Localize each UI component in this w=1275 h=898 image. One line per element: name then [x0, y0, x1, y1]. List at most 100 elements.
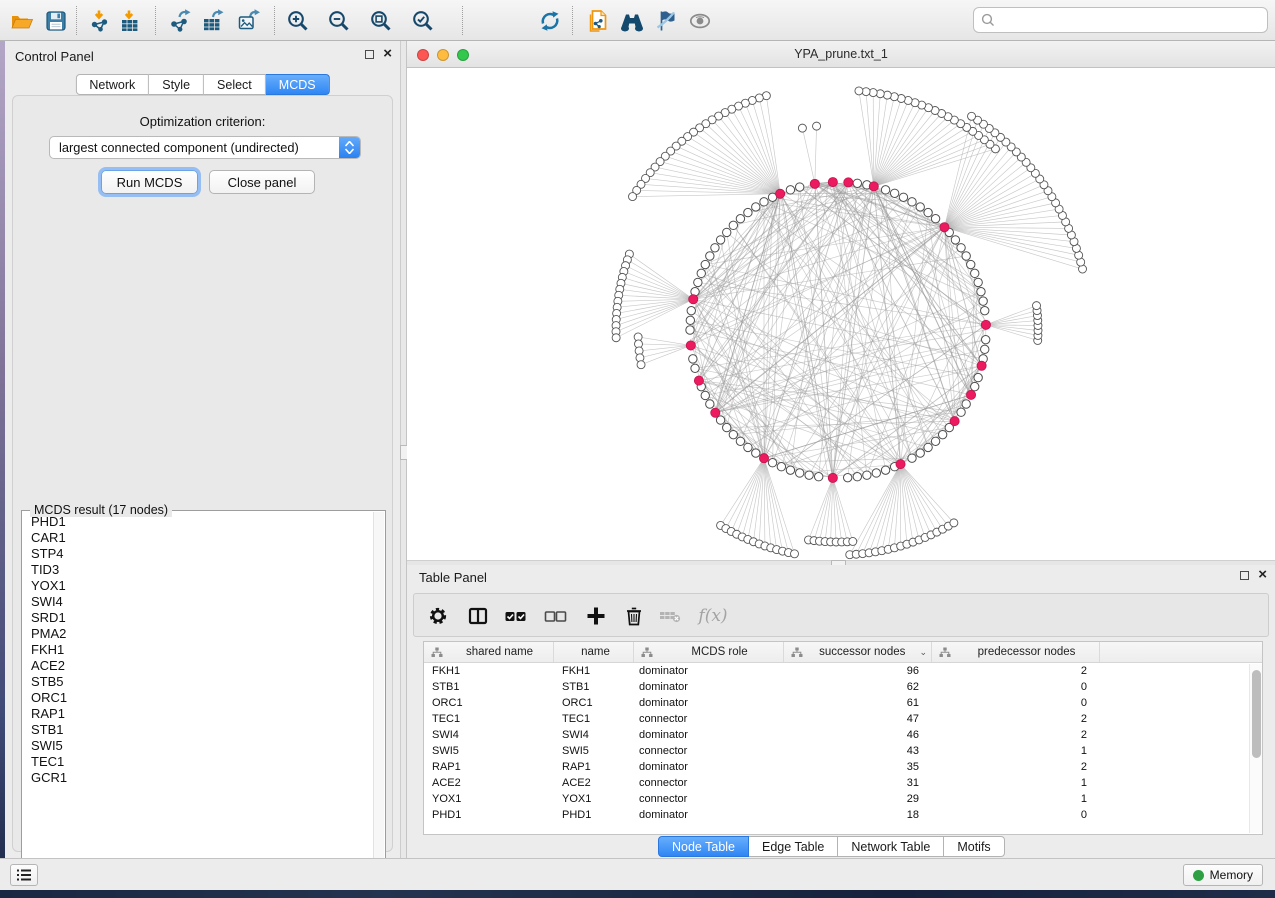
column-header-name[interactable]: name [554, 642, 634, 662]
ring-node[interactable] [979, 297, 987, 305]
optimization-criterion-dropdown[interactable]: largest connected component (undirected) [49, 136, 361, 159]
mcds-result-item[interactable]: YOX1 [24, 578, 371, 594]
mcds-hub-node[interactable] [694, 376, 703, 385]
mcds-result-item[interactable]: FKH1 [24, 642, 371, 658]
mcds-result-item[interactable]: TEC1 [24, 754, 371, 770]
tab-edge-table[interactable]: Edge Table [749, 836, 838, 857]
import-table-icon[interactable] [116, 7, 144, 35]
mcds-result-item[interactable]: TID3 [24, 562, 371, 578]
ring-node[interactable] [686, 326, 694, 334]
column-header-shared-name[interactable]: shared name [424, 642, 554, 662]
satellite-node[interactable] [1033, 302, 1041, 310]
select-all-checkboxes-icon[interactable] [504, 604, 528, 628]
ring-node[interactable] [723, 228, 731, 236]
mcds-result-item[interactable]: RAP1 [24, 706, 371, 722]
satellite-node[interactable] [637, 361, 645, 369]
ring-node[interactable] [881, 466, 889, 474]
mcds-result-item[interactable]: SWI5 [24, 738, 371, 754]
column-header-successor-nodes[interactable]: successor nodes⌄ [784, 642, 932, 662]
tab-style[interactable]: Style [149, 74, 204, 95]
ring-node[interactable] [872, 469, 880, 477]
mcds-result-item[interactable]: STB1 [24, 722, 371, 738]
ring-node[interactable] [890, 189, 898, 197]
ring-node[interactable] [908, 454, 916, 462]
ring-node[interactable] [752, 203, 760, 211]
ring-node[interactable] [706, 400, 714, 408]
export-table-icon[interactable] [199, 7, 227, 35]
table-scrollbar-thumb[interactable] [1252, 670, 1261, 758]
ring-node[interactable] [924, 443, 932, 451]
ring-node[interactable] [795, 183, 803, 191]
ring-node[interactable] [777, 463, 785, 471]
tab-network-table[interactable]: Network Table [838, 836, 944, 857]
ring-node[interactable] [863, 471, 871, 479]
tab-motifs[interactable]: Motifs [944, 836, 1004, 857]
tab-network[interactable]: Network [75, 74, 149, 95]
satellite-node[interactable] [849, 537, 857, 545]
mcds-result-item[interactable]: STB5 [24, 674, 371, 690]
add-column-plus-icon[interactable] [584, 604, 608, 628]
zoom-in-icon[interactable] [284, 7, 312, 35]
ring-node[interactable] [786, 466, 794, 474]
ring-node[interactable] [729, 221, 737, 229]
hide-graphics-flag-icon[interactable] [652, 7, 680, 35]
zoom-out-icon[interactable] [325, 7, 353, 35]
ring-node[interactable] [977, 287, 985, 295]
ring-node[interactable] [853, 473, 861, 481]
ring-node[interactable] [951, 236, 959, 244]
ring-node[interactable] [729, 430, 737, 438]
mcds-result-item[interactable]: CAR1 [24, 530, 371, 546]
close-panel-icon[interactable]: × [383, 49, 392, 59]
mcds-hub-node[interactable] [711, 408, 720, 417]
table-row[interactable]: ACE2ACE2connector311 [424, 775, 1262, 791]
ring-node[interactable] [691, 364, 699, 372]
ring-node[interactable] [924, 208, 932, 216]
tab-select[interactable]: Select [204, 74, 266, 95]
export-network-icon[interactable] [166, 7, 194, 35]
memory-button[interactable]: Memory [1183, 864, 1263, 886]
satellite-node[interactable] [798, 124, 806, 132]
ring-node[interactable] [786, 186, 794, 194]
satellite-node[interactable] [968, 112, 976, 120]
ring-node[interactable] [916, 203, 924, 211]
search-binoculars-icon[interactable] [618, 7, 646, 35]
ring-node[interactable] [971, 382, 979, 390]
ring-node[interactable] [697, 269, 705, 277]
save-session-icon[interactable] [42, 7, 70, 35]
ring-node[interactable] [744, 208, 752, 216]
column-header-mcds-role[interactable]: MCDS role [634, 642, 784, 662]
network-graph[interactable] [407, 68, 1275, 560]
ring-node[interactable] [843, 473, 851, 481]
mcds-hub-node[interactable] [844, 178, 853, 187]
ring-node[interactable] [981, 345, 989, 353]
ring-node[interactable] [981, 335, 989, 343]
mcds-list-scrollbar[interactable] [373, 512, 384, 876]
mcds-result-item[interactable]: PHD1 [24, 514, 371, 530]
mcds-result-item[interactable]: SWI4 [24, 594, 371, 610]
search-field[interactable] [973, 7, 1268, 33]
refresh-layout-icon[interactable] [536, 7, 564, 35]
ring-node[interactable] [957, 408, 965, 416]
ring-node[interactable] [899, 193, 907, 201]
mcds-hub-node[interactable] [828, 473, 837, 482]
ring-node[interactable] [908, 198, 916, 206]
open-session-icon[interactable] [8, 7, 36, 35]
ring-node[interactable] [962, 252, 970, 260]
ring-node[interactable] [962, 400, 970, 408]
ring-node[interactable] [805, 471, 813, 479]
satellite-node[interactable] [790, 550, 798, 558]
window-minimize-traffic-light[interactable] [437, 49, 449, 61]
ring-node[interactable] [701, 260, 709, 268]
ring-node[interactable] [981, 306, 989, 314]
mcds-hub-node[interactable] [689, 295, 698, 304]
tab-mcds[interactable]: MCDS [266, 74, 330, 95]
mcds-hub-node[interactable] [869, 182, 878, 191]
ring-node[interactable] [694, 278, 702, 286]
window-zoom-traffic-light[interactable] [457, 49, 469, 61]
mcds-hub-node[interactable] [977, 361, 986, 370]
ring-node[interactable] [974, 373, 982, 381]
mcds-result-item[interactable]: ACE2 [24, 658, 371, 674]
table-row[interactable]: STB1STB1dominator620 [424, 679, 1262, 695]
mcds-result-item[interactable]: PMA2 [24, 626, 371, 642]
ring-node[interactable] [881, 186, 889, 194]
